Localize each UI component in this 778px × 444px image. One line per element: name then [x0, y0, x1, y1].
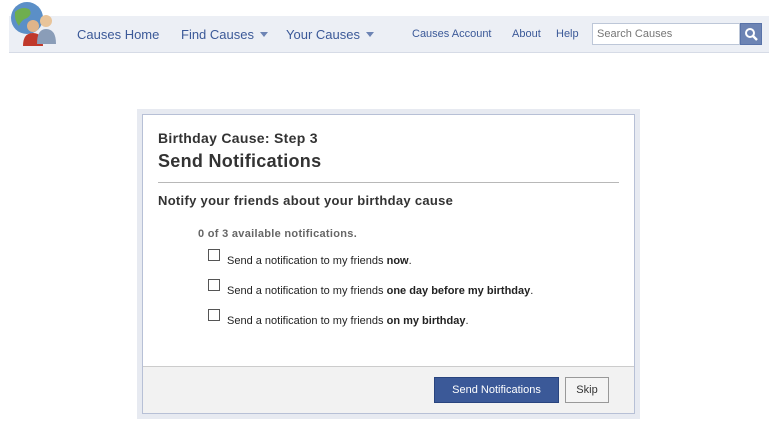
available-notifications-count: 0 of 3 available notifications.: [198, 228, 358, 240]
option-label: Send a notification to my friends now.: [227, 255, 412, 267]
nav-about[interactable]: About: [512, 28, 541, 40]
option-prefix: Send a notification to my friends: [227, 255, 387, 267]
causes-logo-icon[interactable]: [9, 0, 59, 48]
nav-your-causes[interactable]: Your Causes: [286, 27, 374, 42]
notify-option-birthday[interactable]: Send a notification to my friends on my …: [208, 309, 469, 327]
send-notifications-button[interactable]: Send Notifications: [434, 377, 559, 403]
chevron-down-icon: [365, 32, 374, 37]
search-input[interactable]: [592, 23, 740, 45]
option-label: Send a notification to my friends one da…: [227, 285, 533, 297]
divider: [158, 182, 619, 183]
nav-find-causes-label: Find Causes: [181, 27, 254, 42]
option-emphasis: on my birthday: [386, 315, 466, 327]
notify-now-checkbox[interactable]: [208, 249, 220, 261]
step-title: Birthday Cause: Step 3: [158, 130, 318, 146]
notify-option-now[interactable]: Send a notification to my friends now.: [208, 249, 412, 267]
notify-option-day-before[interactable]: Send a notification to my friends one da…: [208, 279, 533, 297]
dialog-subheading: Notify your friends about your birthday …: [158, 193, 454, 208]
option-suffix: .: [408, 255, 412, 267]
chevron-down-icon: [259, 32, 268, 37]
option-suffix: .: [530, 285, 534, 297]
option-suffix: .: [465, 315, 469, 327]
nav-causes-account[interactable]: Causes Account: [412, 28, 492, 40]
search-button[interactable]: [740, 23, 762, 45]
dialog-title: Send Notifications: [158, 151, 322, 171]
nav-causes-home[interactable]: Causes Home: [77, 27, 159, 42]
notify-day-before-checkbox[interactable]: [208, 279, 220, 291]
nav-find-causes[interactable]: Find Causes: [181, 27, 268, 42]
notify-birthday-checkbox[interactable]: [208, 309, 220, 321]
nav-your-causes-label: Your Causes: [286, 27, 360, 42]
nav-help[interactable]: Help: [556, 28, 579, 40]
option-emphasis: now: [386, 255, 409, 267]
option-label: Send a notification to my friends on my …: [227, 315, 469, 327]
option-prefix: Send a notification to my friends: [227, 285, 387, 297]
option-prefix: Send a notification to my friends: [227, 315, 387, 327]
skip-button[interactable]: Skip: [565, 377, 609, 403]
dialog-footer: [143, 366, 634, 413]
search-icon: [745, 28, 758, 41]
option-emphasis: one day before my birthday: [386, 285, 531, 297]
